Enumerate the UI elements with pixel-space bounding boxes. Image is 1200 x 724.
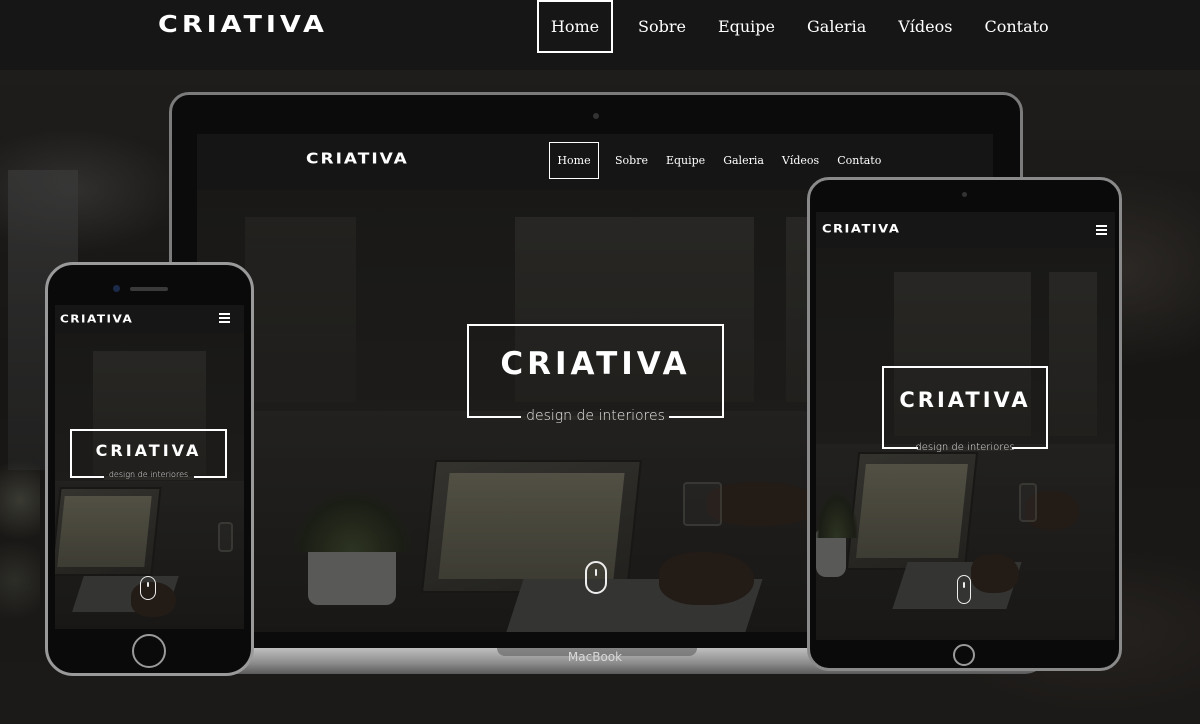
nav-videos[interactable]: Vídeos: [898, 17, 952, 36]
macbook-site-logo: CRIATIVA: [306, 150, 409, 168]
macbook-nav-home: Home: [549, 142, 599, 179]
nav-contato[interactable]: Contato: [984, 17, 1048, 36]
site-logo[interactable]: CRIATIVA: [158, 10, 328, 39]
iphone-hamburger-icon[interactable]: [219, 313, 230, 325]
main-navbar: CRIATIVA Home Sobre Equipe Galeria Vídeo…: [0, 0, 1200, 70]
macbook-scroll-mouse-icon[interactable]: [585, 561, 607, 594]
iphone-home-button[interactable]: [132, 634, 166, 668]
ipad-hero-logo: CRIATIVA: [899, 388, 1031, 412]
macbook-nav-videos: Vídeos: [781, 154, 820, 167]
ipad-hero-logo-box: CRIATIVA: [882, 366, 1048, 449]
nav-galeria[interactable]: Galeria: [807, 17, 866, 36]
ipad-site-logo: CRIATIVA: [822, 223, 901, 237]
macbook-nav-sobre: Sobre: [615, 154, 648, 167]
iphone-hero-tagline: design de interiores: [108, 470, 189, 479]
macbook-hero-logo-box: CRIATIVA: [467, 324, 724, 418]
iphone-site-logo: CRIATIVA: [60, 312, 134, 326]
macbook-camera: [593, 113, 599, 119]
ipad-hamburger-icon[interactable]: [1096, 225, 1107, 237]
macbook-nav-galeria: Galeria: [723, 154, 764, 167]
iphone-site-navbar: CRIATIVA: [55, 305, 244, 333]
macbook-site-nav: Home Sobre Equipe Galeria Vídeos Contato: [549, 142, 899, 179]
iphone-scroll-mouse-icon[interactable]: [140, 576, 156, 600]
macbook-hero-logo: CRIATIVA: [500, 346, 691, 382]
main-nav: Home Sobre Equipe Galeria Vídeos Contato: [537, 0, 1081, 53]
nav-home[interactable]: Home: [537, 0, 613, 53]
background-plant: [0, 460, 40, 640]
macbook-nav-equipe: Equipe: [665, 154, 706, 167]
nav-sobre[interactable]: Sobre: [638, 17, 686, 36]
iphone-speaker: [130, 287, 168, 291]
ipad-home-button[interactable]: [953, 644, 975, 666]
ipad-scroll-mouse-icon[interactable]: [957, 575, 971, 604]
macbook-nav-contato: Contato: [837, 154, 882, 167]
iphone-camera: [113, 285, 120, 292]
iphone-hero-logo: CRIATIVA: [95, 441, 202, 460]
nav-equipe[interactable]: Equipe: [718, 17, 775, 36]
ipad-site-navbar: CRIATIVA: [816, 212, 1115, 248]
ipad-camera: [962, 192, 967, 197]
ipad-hero-tagline: design de interiores: [915, 442, 1015, 453]
macbook-label: MacBook: [567, 650, 623, 664]
macbook-hero-tagline: design de interiores: [526, 408, 665, 424]
